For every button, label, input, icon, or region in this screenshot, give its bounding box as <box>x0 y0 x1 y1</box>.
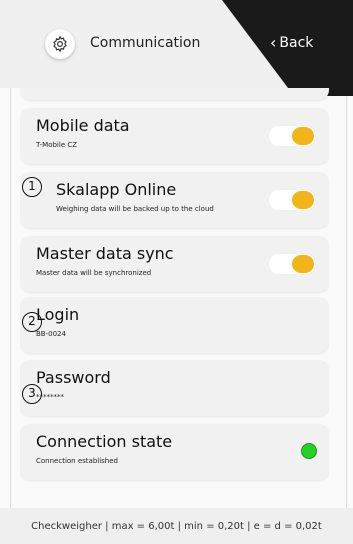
chevron-left-icon: ‹ <box>270 33 277 52</box>
setting-login[interactable]: Login BB-0024 <box>20 297 329 353</box>
setting-subtitle: BB-0024 <box>36 330 66 338</box>
setting-mobile-data[interactable]: Mobile data T-Mobile CZ <box>20 108 329 164</box>
setting-title: Password <box>36 368 111 387</box>
setting-password[interactable]: Password ******** <box>20 360 329 416</box>
back-button[interactable]: ‹ Back <box>270 33 314 52</box>
status-bar: Checkweigher | max = 6,00t | min = 0,20t… <box>0 508 353 544</box>
settings-list[interactable]: Mobile data T-Mobile CZ Skalapp Online W… <box>20 88 329 508</box>
page-title: Communication <box>90 35 201 51</box>
mobile-data-toggle[interactable] <box>269 126 315 146</box>
setting-title: Connection state <box>36 432 173 451</box>
toggle-knob <box>292 127 314 145</box>
back-label: Back <box>279 35 314 51</box>
toggle-knob <box>292 191 314 209</box>
setting-subtitle: Master data will be synchronized <box>36 269 152 277</box>
setting-title: Login <box>36 305 80 324</box>
marker-1: 1 <box>22 177 42 197</box>
setting-subtitle: Connection established <box>36 457 118 465</box>
setting-connection-state: Connection state Connection established <box>20 424 329 480</box>
app-frame: Communication ‹ Back Mobile data T-Mobil… <box>0 0 353 544</box>
setting-skalapp-online[interactable]: Skalapp Online Weighing data will be bac… <box>20 172 329 228</box>
toggle-knob <box>292 255 314 273</box>
setting-title: Mobile data <box>36 116 130 135</box>
settings-button[interactable] <box>45 29 75 59</box>
device-info: Checkweigher | max = 6,00t | min = 0,20t… <box>31 521 322 532</box>
setting-master-data-sync[interactable]: Master data sync Master data will be syn… <box>20 236 329 292</box>
setting-subtitle: Weighing data will be backed up to the c… <box>56 205 214 213</box>
setting-title: Skalapp Online <box>56 180 177 199</box>
marker-3: 3 <box>22 384 42 404</box>
connection-status-icon <box>301 443 317 459</box>
gear-icon <box>53 35 67 53</box>
list-item-partial <box>20 88 329 100</box>
setting-subtitle: T-Mobile CZ <box>36 141 78 149</box>
setting-title: Master data sync <box>36 244 174 263</box>
skalapp-online-toggle[interactable] <box>269 190 315 210</box>
master-data-sync-toggle[interactable] <box>269 254 315 274</box>
marker-2: 2 <box>22 312 42 332</box>
